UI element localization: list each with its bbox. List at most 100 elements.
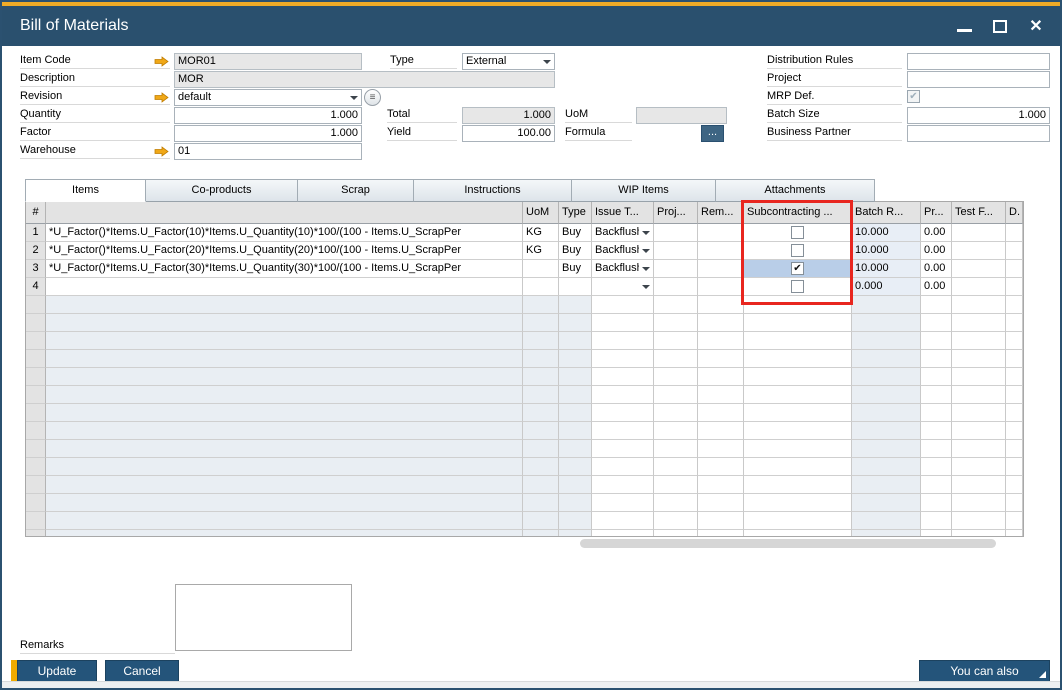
tab-scrap[interactable]: Scrap xyxy=(298,179,414,202)
you-can-also-button[interactable]: You can also xyxy=(919,660,1050,682)
cancel-button[interactable]: Cancel xyxy=(105,660,179,682)
column-header-proj[interactable]: Proj... xyxy=(654,202,698,224)
chevron-down-icon xyxy=(543,60,551,64)
cell-d[interactable] xyxy=(1006,260,1023,278)
tab-instructions[interactable]: Instructions xyxy=(414,179,572,202)
cell-type[interactable]: Buy xyxy=(559,224,592,242)
column-header-price[interactable]: Pr... xyxy=(921,202,952,224)
cell-batch[interactable]: 0.000 xyxy=(852,278,921,296)
column-header-uom[interactable]: UoM xyxy=(523,202,559,224)
tab-co-products[interactable]: Co-products xyxy=(146,179,298,202)
cell-price[interactable]: 0.00 xyxy=(921,224,952,242)
factor-field[interactable]: 1.000 xyxy=(174,125,362,142)
titlebar[interactable]: Bill of Materials ✕ xyxy=(2,6,1060,46)
description-field[interactable]: MOR xyxy=(174,71,555,88)
cell-uom[interactable] xyxy=(523,260,559,278)
project-field[interactable] xyxy=(907,71,1050,88)
subcontracting-checkbox[interactable]: ✔ xyxy=(791,262,804,275)
cell-batch[interactable]: 10.000 xyxy=(852,260,921,278)
minimize-button[interactable] xyxy=(954,16,974,36)
cell-num[interactable]: 2 xyxy=(26,242,46,260)
cell-price[interactable]: 0.00 xyxy=(921,260,952,278)
cell-d[interactable] xyxy=(1006,278,1023,296)
cell-rem[interactable] xyxy=(698,224,744,242)
cell-proj[interactable] xyxy=(654,242,698,260)
tab-attachments[interactable]: Attachments xyxy=(716,179,875,202)
column-header-rem[interactable]: Rem... xyxy=(698,202,744,224)
cell-formula[interactable]: *U_Factor()*Items.U_Factor(20)*Items.U_Q… xyxy=(46,242,523,260)
revision-link-arrow-icon[interactable] xyxy=(154,92,169,103)
column-header-test[interactable]: Test F... xyxy=(952,202,1006,224)
close-button[interactable]: ✕ xyxy=(1026,16,1046,36)
cell-d[interactable] xyxy=(1006,224,1023,242)
cell-issue[interactable]: Backflush xyxy=(592,260,654,278)
column-header-subcontracting[interactable]: Subcontracting ... xyxy=(744,202,852,224)
cell-subcontracting[interactable] xyxy=(744,242,852,260)
tab-wip-items[interactable]: WIP Items xyxy=(572,179,716,202)
maximize-button[interactable] xyxy=(990,16,1010,36)
empty-cell xyxy=(592,296,654,314)
cell-subcontracting[interactable] xyxy=(744,278,852,296)
update-button[interactable]: Update xyxy=(17,660,97,682)
cell-subcontracting[interactable] xyxy=(744,224,852,242)
type-select[interactable]: External xyxy=(462,53,555,70)
cell-rem[interactable] xyxy=(698,242,744,260)
cell-type[interactable]: Buy xyxy=(559,242,592,260)
cell-type[interactable]: Buy xyxy=(559,260,592,278)
item-code-link-arrow-icon[interactable] xyxy=(154,56,169,67)
distribution-rules-field[interactable] xyxy=(907,53,1050,70)
cell-issue[interactable]: Backflush xyxy=(592,242,654,260)
cell-proj[interactable] xyxy=(654,260,698,278)
cell-formula[interactable] xyxy=(46,278,523,296)
cell-batch[interactable]: 10.000 xyxy=(852,242,921,260)
cell-uom[interactable]: KG xyxy=(523,224,559,242)
cell-price[interactable]: 0.00 xyxy=(921,242,952,260)
yield-field[interactable]: 100.00 xyxy=(462,125,555,142)
column-header-batch[interactable]: Batch R... xyxy=(852,202,921,224)
cell-uom[interactable]: KG xyxy=(523,242,559,260)
quantity-field[interactable]: 1.000 xyxy=(174,107,362,124)
column-header-d[interactable]: D. xyxy=(1006,202,1023,224)
cell-formula[interactable]: *U_Factor()*Items.U_Factor(30)*Items.U_Q… xyxy=(46,260,523,278)
cell-subcontracting[interactable]: ✔ xyxy=(744,260,852,278)
cell-price[interactable]: 0.00 xyxy=(921,278,952,296)
cell-proj[interactable] xyxy=(654,278,698,296)
cell-num[interactable]: 4 xyxy=(26,278,46,296)
subcontracting-checkbox[interactable] xyxy=(791,226,804,239)
empty-cell xyxy=(852,494,921,512)
column-header-formula[interactable] xyxy=(46,202,523,224)
cell-test[interactable] xyxy=(952,278,1006,296)
cell-num[interactable]: 3 xyxy=(26,260,46,278)
remarks-textarea[interactable] xyxy=(175,584,352,651)
cell-d[interactable] xyxy=(1006,242,1023,260)
item-code-field[interactable]: MOR01 xyxy=(174,53,362,70)
mrp-def-checkbox[interactable]: ✔ xyxy=(907,90,920,103)
cell-test[interactable] xyxy=(952,242,1006,260)
cell-rem[interactable] xyxy=(698,278,744,296)
tab-items[interactable]: Items xyxy=(25,179,146,202)
formula-ellipsis-button[interactable]: ... xyxy=(701,125,724,142)
subcontracting-checkbox[interactable] xyxy=(791,244,804,257)
batch-size-field[interactable]: 1.000 xyxy=(907,107,1050,124)
cell-issue[interactable] xyxy=(592,278,654,296)
revision-select[interactable]: default xyxy=(174,89,362,106)
cell-rem[interactable] xyxy=(698,260,744,278)
column-header-issue[interactable]: Issue T... xyxy=(592,202,654,224)
warehouse-field[interactable]: 01 xyxy=(174,143,362,160)
cell-test[interactable] xyxy=(952,224,1006,242)
cell-uom[interactable] xyxy=(523,278,559,296)
cell-proj[interactable] xyxy=(654,224,698,242)
revision-options-icon[interactable]: ≡ xyxy=(364,89,381,106)
warehouse-link-arrow-icon[interactable] xyxy=(154,146,169,157)
cell-formula[interactable]: *U_Factor()*Items.U_Factor(10)*Items.U_Q… xyxy=(46,224,523,242)
horizontal-scrollbar[interactable] xyxy=(580,539,996,548)
cell-batch[interactable]: 10.000 xyxy=(852,224,921,242)
cell-test[interactable] xyxy=(952,260,1006,278)
cell-type[interactable] xyxy=(559,278,592,296)
subcontracting-checkbox[interactable] xyxy=(791,280,804,293)
business-partner-field[interactable] xyxy=(907,125,1050,142)
cell-issue[interactable]: Backflush xyxy=(592,224,654,242)
cell-num[interactable]: 1 xyxy=(26,224,46,242)
column-header-num[interactable]: # xyxy=(26,202,46,224)
column-header-type[interactable]: Type xyxy=(559,202,592,224)
